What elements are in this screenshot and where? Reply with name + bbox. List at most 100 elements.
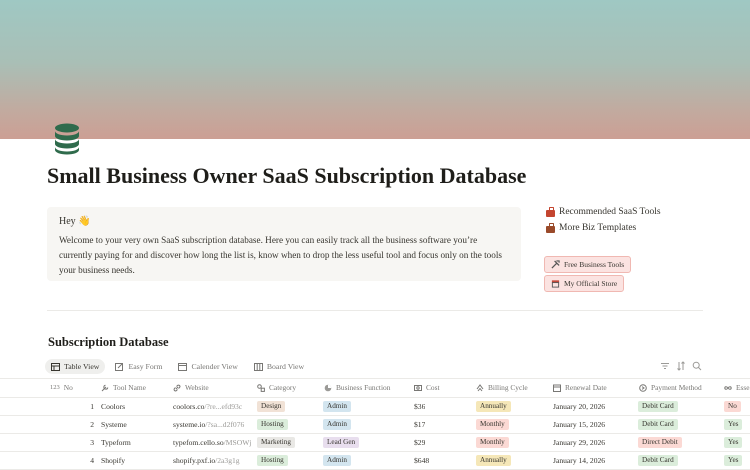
column-header-business-function[interactable]: Business Function <box>324 383 390 392</box>
cell-essential[interactable]: Yes <box>724 415 743 433</box>
cell-billing-cycle[interactable]: Monthly <box>476 415 509 433</box>
payment-tag: Debit Card <box>638 418 678 430</box>
cell-website[interactable]: typefom.cello.so/MSOWj <box>173 433 253 451</box>
page-title: Small Business Owner SaaS Subscription D… <box>47 163 527 188</box>
column-header-essential[interactable]: Esse <box>724 383 750 392</box>
cell-tool-name[interactable]: Systeme <box>101 415 127 433</box>
cell-category[interactable]: Hosting <box>257 451 288 469</box>
payment-tag: Debit Card <box>638 454 678 466</box>
number-icon: 123 <box>50 384 60 391</box>
function-tag: Lead Gen <box>323 436 360 448</box>
cell-no: 3 <box>90 437 94 447</box>
tab-board-view[interactable]: Board View <box>248 359 310 374</box>
cell-tool-name[interactable]: Shopify <box>101 451 125 469</box>
infinity-icon <box>724 385 732 390</box>
payment-tag: Direct Debit <box>638 436 682 448</box>
category-tag: Hosting <box>257 454 288 466</box>
cell-cost[interactable]: $17 <box>414 415 425 433</box>
cell-billing-cycle[interactable]: Annually <box>476 397 511 415</box>
pie-icon <box>324 384 332 391</box>
cell-business-function[interactable]: Admin <box>323 451 351 469</box>
tab-easy-form[interactable]: Easy Form <box>109 359 168 374</box>
cell-no: 4 <box>90 455 94 465</box>
page-cover <box>0 0 750 139</box>
database-title: Subscription Database <box>48 335 169 349</box>
essential-tag: No <box>724 400 741 412</box>
cell-tool-name[interactable]: Typeform <box>101 433 131 451</box>
cell-essential[interactable]: Yes <box>724 433 743 451</box>
column-header-payment-method[interactable]: Payment Method <box>639 383 702 392</box>
board-icon <box>253 362 263 371</box>
sort-icon[interactable] <box>676 361 686 371</box>
column-header-billing-cycle[interactable]: Billing Cycle <box>476 383 528 392</box>
my-official-store-button[interactable]: My Official Store <box>544 275 625 292</box>
column-header-category[interactable]: Category <box>257 383 296 392</box>
cell-renewal-date[interactable]: January 20, 2026 <box>553 397 605 415</box>
billing-tag: Monthly <box>476 436 509 448</box>
cell-renewal-date[interactable]: January 15, 2026 <box>553 415 605 433</box>
filter-icon[interactable] <box>660 361 670 371</box>
function-tag: Admin <box>323 418 351 430</box>
link-recommended-saas-tools[interactable]: Recommended SaaS Tools <box>546 204 661 220</box>
billing-tag: Annually <box>476 454 511 466</box>
category-tag: Hosting <box>257 418 288 430</box>
cell-category[interactable]: Hosting <box>257 415 288 433</box>
cell-cost[interactable]: $648 <box>414 451 429 469</box>
cell-website[interactable]: shopify.pxf.io/2a3g1g <box>173 451 253 469</box>
link-more-biz-templates[interactable]: More Biz Templates <box>546 220 661 236</box>
cell-billing-cycle[interactable]: Monthly <box>476 433 509 451</box>
table-row[interactable]: 2 Systeme systeme.io/?sa...d2f076 Hostin… <box>0 415 750 434</box>
calendar-icon <box>553 384 561 392</box>
cell-essential[interactable]: No <box>724 397 741 415</box>
card-icon <box>639 383 647 392</box>
cell-business-function[interactable]: Admin <box>323 415 351 433</box>
cell-cost[interactable]: $29 <box>414 433 425 451</box>
cell-payment-method[interactable]: Debit Card <box>638 397 678 415</box>
tab-table-view[interactable]: Table View <box>45 359 106 374</box>
cell-billing-cycle[interactable]: Annually <box>476 451 511 469</box>
cycle-icon <box>476 383 484 391</box>
cell-website[interactable]: coolors.co/?re...efd93c <box>173 397 253 415</box>
database-icon[interactable] <box>53 123 81 155</box>
cell-payment-method[interactable]: Direct Debit <box>638 433 682 451</box>
column-header-website[interactable]: Website <box>173 383 209 392</box>
free-business-tools-button[interactable]: Free Business Tools <box>544 256 632 273</box>
database-toolbar <box>660 361 702 371</box>
search-icon[interactable] <box>692 361 702 371</box>
payment-tag: Debit Card <box>638 400 678 412</box>
table-row[interactable]: 4 Shopify shopify.pxf.io/2a3g1g Hosting … <box>0 451 750 470</box>
cell-business-function[interactable]: Lead Gen <box>323 433 360 451</box>
link-icon <box>173 384 181 391</box>
table-header: 123 No Tool Name Website Category Busine… <box>0 378 750 398</box>
cell-essential[interactable]: Yes <box>724 451 743 469</box>
column-header-cost[interactable]: Cost <box>414 383 440 392</box>
cell-business-function[interactable]: Admin <box>323 397 351 415</box>
table-icon <box>51 362 60 371</box>
column-header-tool-name[interactable]: Tool Name <box>101 383 146 392</box>
store-icon <box>551 280 560 288</box>
shapes-icon <box>257 383 265 392</box>
cell-renewal-date[interactable]: January 14, 2026 <box>553 451 605 469</box>
category-tag: Design <box>257 400 286 412</box>
cell-website[interactable]: systeme.io/?sa...d2f076 <box>173 415 253 433</box>
billing-tag: Monthly <box>476 418 509 430</box>
cell-payment-method[interactable]: Debit Card <box>638 415 678 433</box>
cell-cost[interactable]: $36 <box>414 397 425 415</box>
callout-body: Welcome to your very own SaaS subscripti… <box>59 235 502 275</box>
money-icon <box>414 384 422 391</box>
briefcase-icon <box>546 223 555 233</box>
function-tag: Admin <box>323 454 351 466</box>
column-header-renewal-date[interactable]: Renewal Date <box>553 383 607 392</box>
cell-renewal-date[interactable]: January 29, 2026 <box>553 433 605 451</box>
pencil-icon <box>115 362 124 371</box>
cell-no: 1 <box>90 401 94 411</box>
table-row[interactable]: 1 Coolors coolors.co/?re...efd93c Design… <box>0 397 750 416</box>
essential-tag: Yes <box>724 418 743 430</box>
table-row[interactable]: 3 Typeform typefom.cello.so/MSOWj Market… <box>0 433 750 452</box>
cell-category[interactable]: Marketing <box>257 433 295 451</box>
cell-category[interactable]: Design <box>257 397 286 415</box>
tab-calender-view[interactable]: Calender View <box>172 359 243 374</box>
cell-payment-method[interactable]: Debit Card <box>638 451 678 469</box>
column-header-no[interactable]: 123 No <box>50 383 73 392</box>
cell-tool-name[interactable]: Coolors <box>101 397 125 415</box>
